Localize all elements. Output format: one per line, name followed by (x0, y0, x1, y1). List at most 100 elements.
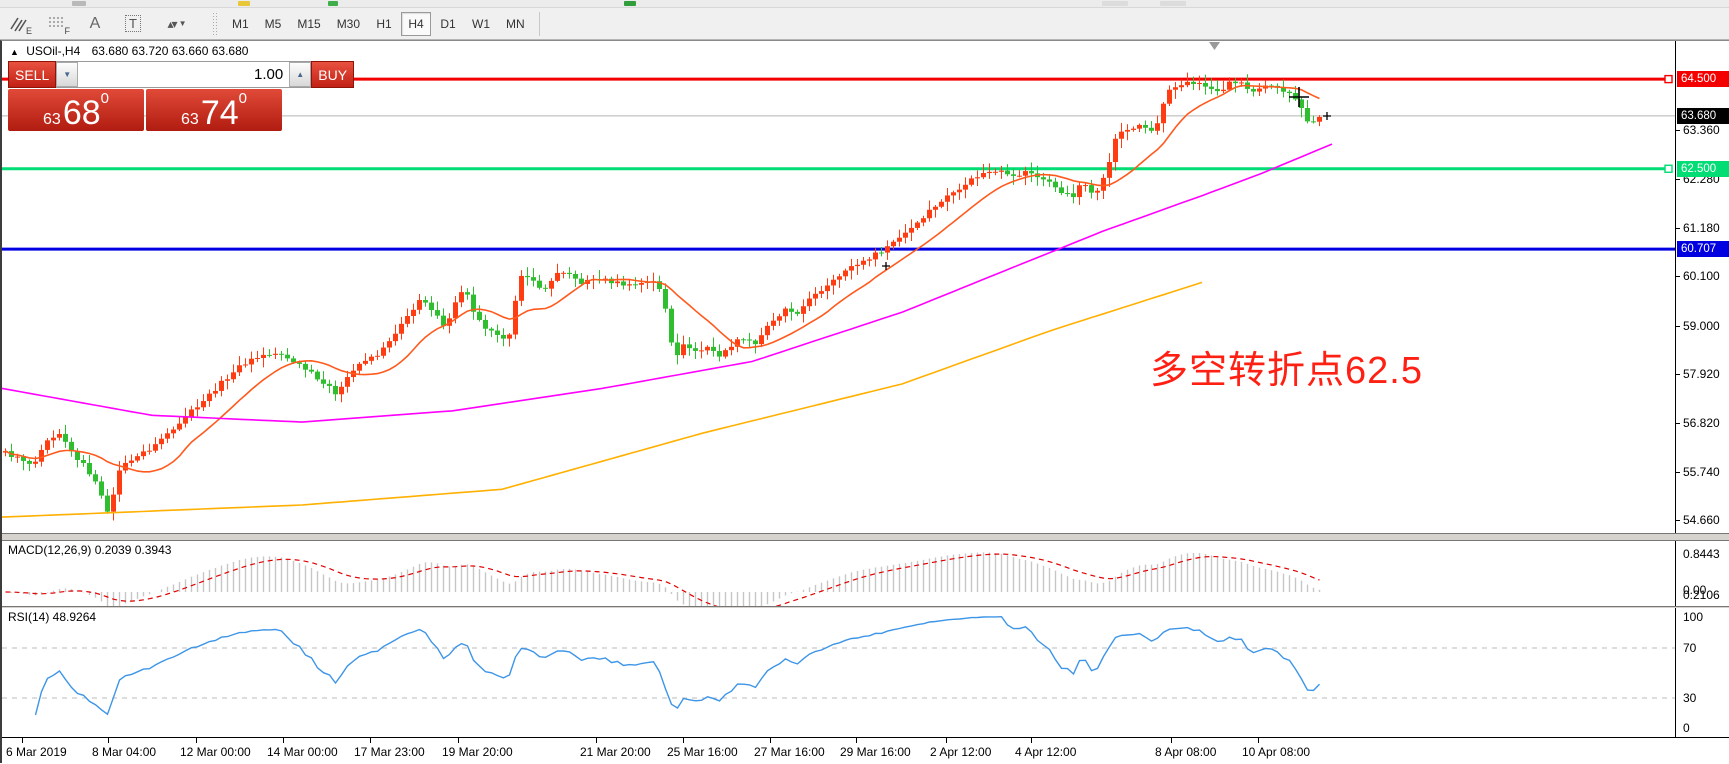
trade-panel-top-row: SELL ▼ ▲ BUY (8, 61, 282, 88)
toolbar-fragment (624, 1, 636, 6)
buy-price-tile[interactable]: 63 74 0 (146, 89, 282, 131)
rsi-axis-label: 100 (1683, 610, 1703, 624)
tab-timeframe-m30[interactable]: M30 (330, 12, 367, 36)
icon-sub-label: F (65, 26, 71, 36)
buy-price-whole: 63 (181, 112, 199, 128)
dot-grid-glyph (48, 16, 66, 32)
ma-slow-line (2, 282, 1202, 517)
macd-label: MACD(12,26,9) 0.2039 0.3943 (8, 543, 171, 557)
panel-splitter[interactable] (2, 533, 1729, 541)
tab-timeframe-h1[interactable]: H1 (369, 12, 399, 36)
time-axis-label: 14 Mar 00:00 (267, 745, 338, 759)
time-axis-tick (596, 738, 597, 743)
main-price-panel: ▲ USOil-,H4 63.680 63.720 63.660 63.680 … (2, 41, 1729, 533)
toolbar-separator (539, 12, 540, 36)
macd-plot[interactable] (2, 541, 1675, 606)
macd-axis-min-label: 0.2106 (1683, 588, 1720, 602)
time-axis-label: 21 Mar 20:00 (580, 745, 651, 759)
sell-button[interactable]: SELL (8, 61, 56, 88)
sell-price-main-digits: 68 (63, 100, 101, 128)
price-tick-label: 59.000 (1683, 319, 1720, 333)
one-click-trading-panel: SELL ▼ ▲ BUY 63 68 0 63 74 0 (8, 61, 282, 131)
collapse-triangle-icon[interactable]: ▲ (10, 47, 19, 57)
caret-down-icon: ▼ (63, 70, 71, 79)
buy-price-main-digits: 74 (201, 100, 239, 128)
toolbar-drag-grip[interactable] (212, 12, 218, 36)
fibonacci-tools-icon[interactable]: F (40, 11, 74, 37)
text-tool-icon[interactable]: T (116, 11, 150, 37)
symbol-period-label: USOil-,H4 (26, 44, 80, 58)
tab-timeframe-m5[interactable]: M5 (258, 12, 289, 36)
arrows-tool-icon[interactable]: ▴▾ ▼ (154, 11, 200, 37)
rsi-plot[interactable] (2, 608, 1675, 737)
time-axis-label: 10 Apr 08:00 (1242, 745, 1310, 759)
text-label-tool-icon[interactable]: A (78, 11, 112, 37)
chart-text-annotation: 多空转折点62.5 (1150, 339, 1423, 394)
sell-price-whole: 63 (43, 112, 61, 128)
time-axis-tick (196, 738, 197, 743)
plus-marker-icon (1323, 112, 1331, 120)
price-tick (1676, 228, 1680, 229)
price-tick (1676, 472, 1680, 473)
price-tick (1676, 326, 1680, 327)
time-axis-label: 19 Mar 20:00 (442, 745, 513, 759)
clipped-upper-toolbar (0, 0, 1729, 8)
price-axis[interactable]: 63.36062.28061.18060.10059.00057.92056.8… (1675, 41, 1729, 533)
price-tick-label: 61.180 (1683, 221, 1720, 235)
chart-window: ▲ USOil-,H4 63.680 63.720 63.660 63.680 … (0, 40, 1729, 763)
line-end-handle[interactable] (1665, 76, 1672, 83)
sell-price-tile[interactable]: 63 68 0 (8, 89, 144, 131)
buy-price-pip-digit: 0 (239, 91, 247, 106)
time-axis-label: 8 Apr 08:00 (1155, 745, 1216, 759)
letter-t-glyph: T (125, 15, 141, 32)
time-axis-label: 4 Apr 12:00 (1015, 745, 1076, 759)
rsi-label: RSI(14) 48.9264 (8, 610, 96, 624)
toolbar-fragment (328, 1, 338, 6)
macd-histogram (6, 552, 1320, 606)
rsi-axis-label: 0 (1683, 721, 1690, 735)
time-axis[interactable]: 6 Mar 20198 Mar 04:0012 Mar 00:0014 Mar … (2, 737, 1729, 764)
toolbar-fragment (72, 1, 86, 6)
price-tick (1676, 520, 1680, 521)
time-axis-tick (283, 738, 284, 743)
rsi-axis-label: 70 (1683, 641, 1696, 655)
tab-timeframe-m15[interactable]: M15 (290, 12, 327, 36)
letter-a-glyph: A (90, 15, 101, 33)
buy-button[interactable]: BUY (311, 61, 354, 88)
tab-timeframe-d1[interactable]: D1 (433, 12, 463, 36)
ma-fast-line (6, 86, 1320, 472)
time-axis-label: 25 Mar 16:00 (667, 745, 738, 759)
chart-shift-marker-icon (1209, 42, 1220, 50)
volume-decrease-button[interactable]: ▼ (56, 62, 78, 87)
time-axis-tick (458, 738, 459, 743)
price-badge: 60.707 (1677, 241, 1729, 257)
tab-timeframe-mn[interactable]: MN (499, 12, 532, 36)
price-tick (1676, 130, 1680, 131)
sell-price-pip-digit: 0 (101, 91, 109, 106)
icon-sub-label: E (26, 26, 32, 36)
price-tick (1676, 374, 1680, 375)
time-axis-label: 27 Mar 16:00 (754, 745, 825, 759)
rsi-axis[interactable]: 10070300 (1675, 608, 1729, 737)
line-end-handle[interactable] (1665, 165, 1672, 172)
time-axis-tick (946, 738, 947, 743)
tab-timeframe-h4[interactable]: H4 (401, 12, 431, 36)
price-tick-label: 60.100 (1683, 269, 1720, 283)
dropdown-caret-icon: ▼ (179, 19, 187, 28)
volume-increase-button[interactable]: ▲ (289, 62, 311, 87)
tab-timeframe-w1[interactable]: W1 (465, 12, 497, 36)
price-badge: 64.500 (1677, 71, 1729, 87)
price-badge: 63.680 (1677, 108, 1729, 124)
time-axis-tick (370, 738, 371, 743)
candles-series (3, 73, 1322, 521)
price-tick (1676, 179, 1680, 180)
time-axis-tick (1031, 738, 1032, 743)
tab-timeframe-m1[interactable]: M1 (225, 12, 256, 36)
chart-title: ▲ USOil-,H4 63.680 63.720 63.660 63.680 (10, 44, 248, 58)
macd-axis[interactable]: 0.84430.000.2106 (1675, 541, 1729, 606)
time-axis-tick (683, 738, 684, 743)
elliott-waves-tool-icon[interactable]: E (2, 11, 36, 37)
volume-input[interactable] (78, 62, 289, 87)
time-axis-tick (22, 738, 23, 743)
time-axis-label: 6 Mar 2019 (6, 745, 67, 759)
